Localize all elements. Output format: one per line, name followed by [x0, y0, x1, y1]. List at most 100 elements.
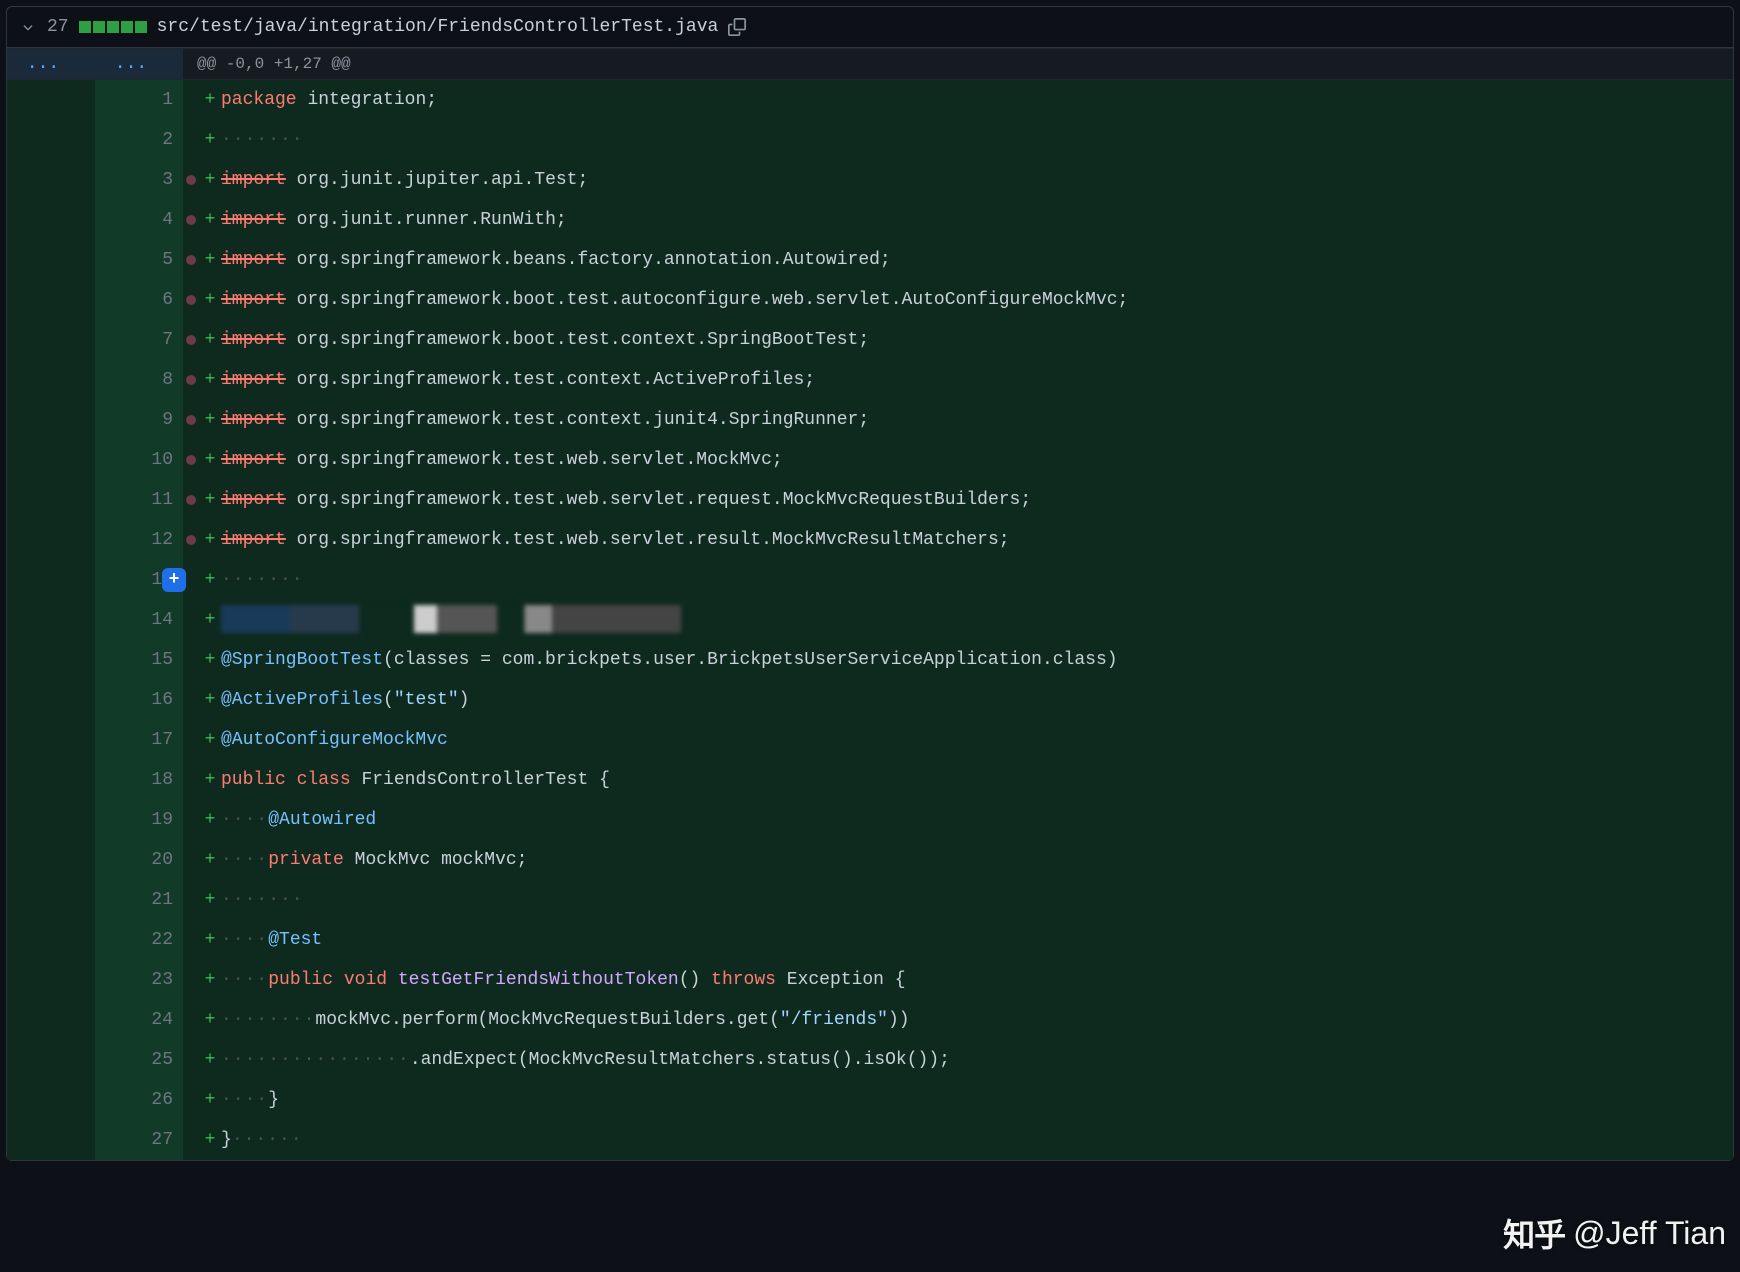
gutter-old — [7, 1120, 95, 1160]
code-content: import org.junit.runner.RunWith; — [219, 200, 1733, 240]
diff-marker: + — [199, 80, 219, 120]
gutter-new: 11 — [95, 480, 183, 520]
diff-marker: + — [199, 320, 219, 360]
diff-marker: + — [199, 880, 219, 920]
code-line[interactable]: 3+import org.junit.jupiter.api.Test; — [7, 160, 1733, 200]
code-line[interactable]: 8+import org.springframework.test.contex… — [7, 360, 1733, 400]
code-line[interactable]: 21+······· — [7, 880, 1733, 920]
modification-dot-icon — [183, 640, 199, 680]
modification-dot-icon — [183, 800, 199, 840]
diff-marker: + — [199, 1040, 219, 1080]
modification-dot-icon — [183, 320, 199, 360]
gutter-new: 5 — [95, 240, 183, 280]
gutter-old — [7, 360, 95, 400]
gutter-new: 26 — [95, 1080, 183, 1120]
modification-dot-icon — [183, 960, 199, 1000]
code-line[interactable]: 4+import org.junit.runner.RunWith; — [7, 200, 1733, 240]
code-line[interactable]: 11+import org.springframework.test.web.s… — [7, 480, 1733, 520]
code-content: import org.springframework.test.context.… — [219, 360, 1733, 400]
code-line[interactable]: 12+import org.springframework.test.web.s… — [7, 520, 1733, 560]
gutter-old — [7, 960, 95, 1000]
code-line[interactable]: 19+····@Autowired — [7, 800, 1733, 840]
code-line[interactable]: 9+import org.springframework.test.contex… — [7, 400, 1733, 440]
code-line[interactable]: 23 +····public void testGetFriendsWithout… — [7, 960, 1733, 1000]
gutter-new: 19 — [95, 800, 183, 840]
code-line[interactable]: 26+····} — [7, 1080, 1733, 1120]
gutter-old — [7, 600, 95, 640]
modification-dot-icon — [183, 200, 199, 240]
code-line[interactable]: 1+package integration; — [7, 80, 1733, 120]
code-line[interactable]: 15+@SpringBootTest(classes = com.brickpe… — [7, 640, 1733, 680]
code-content: @ActiveProfiles("test") — [219, 680, 1733, 720]
diff-marker: + — [199, 960, 219, 1000]
code-line[interactable]: 7+import org.springframework.boot.test.c… — [7, 320, 1733, 360]
gutter-new: 24 — [95, 1000, 183, 1040]
modification-dot-icon — [183, 920, 199, 960]
hunk-range: @@ -0,0 +1,27 @@ — [183, 49, 1733, 79]
code-content: ····@Test — [219, 920, 1733, 960]
diff-marker: + — [199, 120, 219, 160]
modification-dot-icon — [183, 840, 199, 880]
code-line[interactable]: 20+····private MockMvc mockMvc; — [7, 840, 1733, 880]
code-line[interactable]: 10+import org.springframework.test.web.s… — [7, 440, 1733, 480]
gutter-old — [7, 720, 95, 760]
modification-dot-icon — [183, 600, 199, 640]
code-line[interactable]: 6+import org.springframework.boot.test.a… — [7, 280, 1733, 320]
code-line[interactable]: 27+}······ — [7, 1120, 1733, 1160]
watermark-handle: @Jeff Tian — [1573, 1215, 1726, 1252]
modification-dot-icon — [183, 680, 199, 720]
gutter-new: 15 — [95, 640, 183, 680]
modification-dot-icon — [183, 880, 199, 920]
gutter-old — [7, 840, 95, 880]
code-line[interactable]: 16+@ActiveProfiles("test") — [7, 680, 1733, 720]
expand-up-icon[interactable]: ... — [7, 49, 95, 79]
gutter-old — [7, 80, 95, 120]
gutter-new: 13+ — [95, 560, 183, 600]
collapse-chevron-icon[interactable] — [19, 20, 37, 34]
diff-marker: + — [199, 600, 219, 640]
gutter-old — [7, 920, 95, 960]
gutter-old — [7, 1000, 95, 1040]
code-content: @AutoConfigureMockMvc — [219, 720, 1733, 760]
file-path[interactable]: src/test/java/integration/FriendsControl… — [157, 17, 719, 37]
diff-marker: + — [199, 1080, 219, 1120]
gutter-old — [7, 640, 95, 680]
gutter-new: 21 — [95, 880, 183, 920]
gutter-new: 6 — [95, 280, 183, 320]
gutter-new: 23 — [95, 960, 183, 1000]
code-line[interactable]: 24+········mockMvc.perform(MockMvcReques… — [7, 1000, 1733, 1040]
code-line[interactable]: 5 +import org.springframework.beans.facto… — [7, 240, 1733, 280]
diff-marker: + — [199, 400, 219, 440]
code-content: ····public void testGetFriendsWithoutTok… — [219, 960, 1733, 1000]
gutter-new: 25 — [95, 1040, 183, 1080]
code-line[interactable]: 17 +@AutoConfigureMockMvc — [7, 720, 1733, 760]
modification-dot-icon — [183, 1080, 199, 1120]
code-content: import org.springframework.beans.factory… — [219, 240, 1733, 280]
lines-changed-count: 27 — [47, 17, 69, 37]
code-line[interactable]: 13++······· — [7, 560, 1733, 600]
code-line[interactable]: 22+····@Test — [7, 920, 1733, 960]
modification-dot-icon — [183, 520, 199, 560]
code-body: 1+package integration;2+·······3+import … — [7, 80, 1733, 1160]
diff-marker: + — [199, 680, 219, 720]
gutter-new: 17 — [95, 720, 183, 760]
diff-marker: + — [199, 720, 219, 760]
code-content: ····private MockMvc mockMvc; — [219, 840, 1733, 880]
gutter-old — [7, 200, 95, 240]
diff-marker: + — [199, 240, 219, 280]
modification-dot-icon — [183, 1120, 199, 1160]
gutter-old — [7, 160, 95, 200]
add-comment-button[interactable]: + — [162, 568, 186, 592]
gutter-old — [7, 400, 95, 440]
code-line[interactable]: 2+······· — [7, 120, 1733, 160]
expand-down-icon[interactable]: ... — [95, 49, 183, 79]
gutter-old — [7, 800, 95, 840]
copy-path-icon[interactable] — [728, 18, 746, 36]
code-content: ········mockMvc.perform(MockMvcRequestBu… — [219, 1000, 1733, 1040]
modification-dot-icon — [183, 360, 199, 400]
gutter-old — [7, 320, 95, 360]
gutter-old — [7, 1040, 95, 1080]
code-line[interactable]: 14+ — [7, 600, 1733, 640]
code-line[interactable]: 18+public class FriendsControllerTest { — [7, 760, 1733, 800]
code-line[interactable]: 25+················.andExpect(MockMvcRes… — [7, 1040, 1733, 1080]
